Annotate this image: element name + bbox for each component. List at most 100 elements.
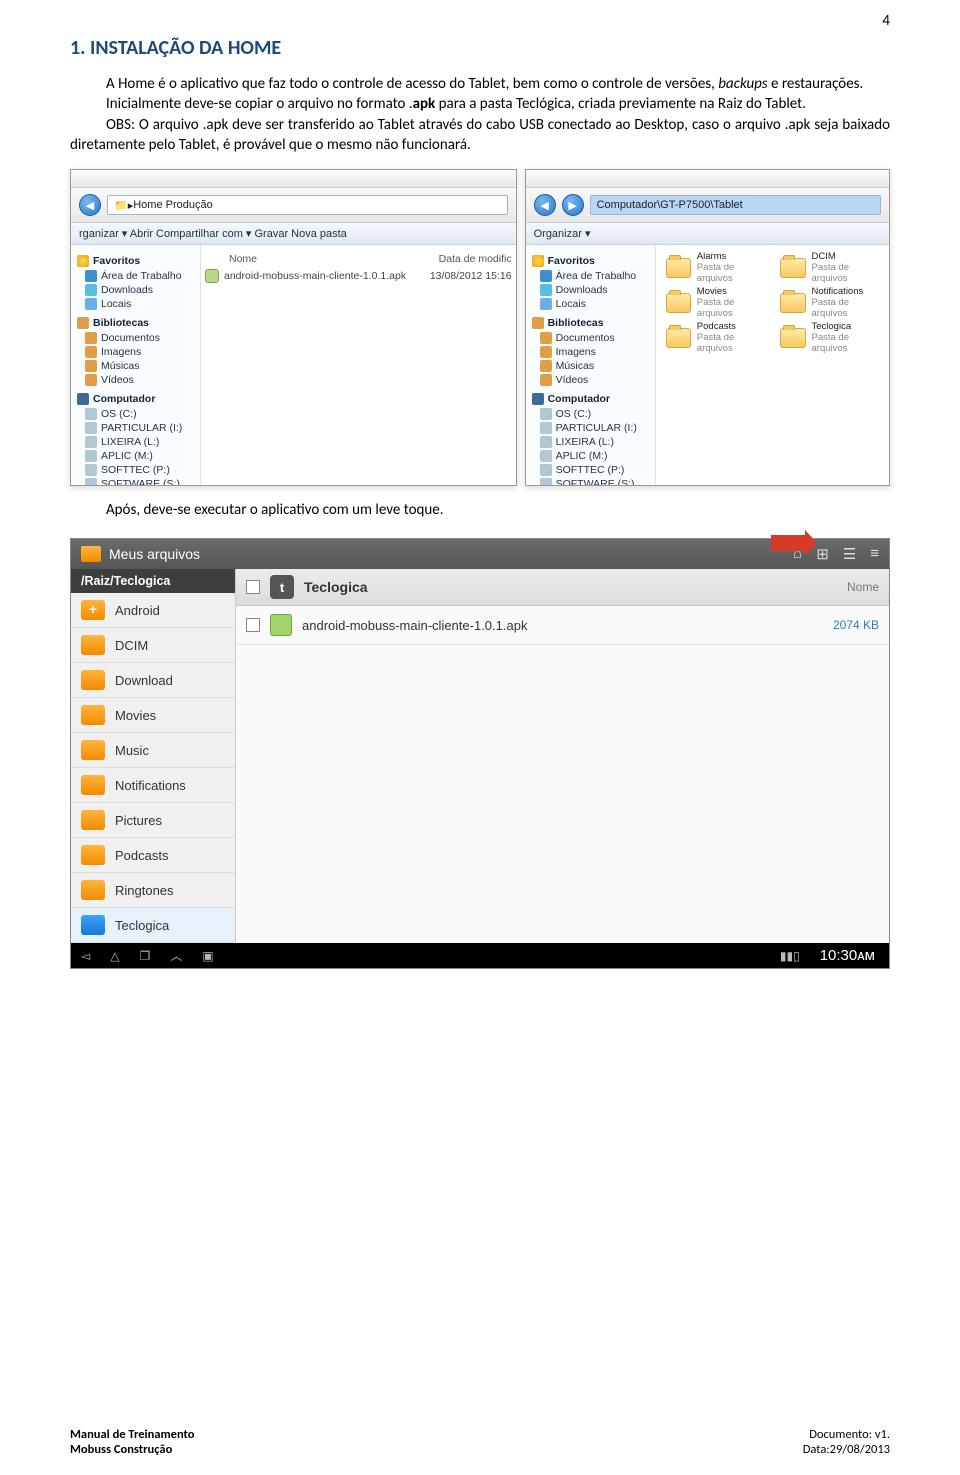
sidebar-folder[interactable]: Podcasts: [71, 838, 235, 873]
sidebar-item[interactable]: Imagens: [101, 346, 141, 358]
sidebar-item[interactable]: SOFTWARE (S:): [556, 478, 635, 485]
sidebar-item[interactable]: Documentos: [101, 332, 160, 344]
menu-icon[interactable]: ≡: [870, 545, 879, 563]
folder-label: Notifications: [115, 778, 186, 793]
library-icon: [532, 317, 544, 329]
sidebar-item[interactable]: LIXEIRA (L:): [556, 436, 614, 448]
file-row[interactable]: android-mobuss-main-cliente-1.0.1.apk 13…: [205, 267, 512, 285]
new-folder-icon[interactable]: ⊞: [816, 545, 829, 563]
explorer-toolbar[interactable]: Organizar ▾: [526, 223, 889, 245]
android-path: /Raiz/Teclogica: [71, 569, 235, 593]
drive-icon: [540, 478, 552, 485]
android-content: t Teclogica Nome android-mobuss-main-cli…: [236, 569, 889, 943]
computer-icon: [77, 393, 89, 405]
android-screenshot: Meus arquivos ⌂ ⊞ ☰ ≡ /Raiz/Teclogica An…: [70, 538, 890, 969]
sidebar-libraries[interactable]: Bibliotecas: [93, 317, 149, 329]
sidebar-item[interactable]: PARTICULAR (I:): [101, 422, 182, 434]
sidebar-item[interactable]: PARTICULAR (I:): [556, 422, 637, 434]
sidebar-item[interactable]: LIXEIRA (L:): [101, 436, 159, 448]
sidebar-folder[interactable]: Android: [71, 593, 235, 628]
sidebar-favorites[interactable]: Favoritos: [93, 255, 140, 267]
row-checkbox[interactable]: [246, 618, 260, 632]
sidebar-folder[interactable]: Pictures: [71, 803, 235, 838]
sidebar-folder[interactable]: Music: [71, 733, 235, 768]
home-nav-icon[interactable]: △: [110, 949, 119, 963]
column-date[interactable]: Data de modific: [439, 253, 512, 265]
sidebar-item[interactable]: OS (C:): [101, 408, 137, 420]
sidebar-item[interactable]: Imagens: [556, 346, 596, 358]
drive-icon: [85, 436, 97, 448]
sidebar-libraries[interactable]: Bibliotecas: [548, 317, 604, 329]
sidebar-folder[interactable]: DCIM: [71, 628, 235, 663]
sidebar-folder[interactable]: Notifications: [71, 768, 235, 803]
folder-label: Movies: [115, 708, 156, 723]
sidebar-item[interactable]: Músicas: [556, 360, 595, 372]
app-folder-icon: [81, 546, 101, 562]
folder-item[interactable]: MoviesPasta de arquivos: [666, 286, 771, 319]
sidebar-item[interactable]: Downloads: [101, 284, 153, 296]
folder-icon: [81, 775, 105, 795]
drive-icon: [85, 464, 97, 476]
sidebar-item[interactable]: Área de Trabalho: [556, 270, 637, 282]
folder-icon: [81, 670, 105, 690]
folder-item[interactable]: NotificationsPasta de arquivos: [780, 286, 885, 319]
file-row[interactable]: android-mobuss-main-cliente-1.0.1.apk 20…: [236, 606, 889, 645]
drive-icon: [85, 450, 97, 462]
sidebar-item[interactable]: Músicas: [101, 360, 140, 372]
folder-label: Ringtones: [115, 883, 174, 898]
sidebar-computer[interactable]: Computador: [93, 393, 155, 405]
sidebar-item[interactable]: Downloads: [556, 284, 608, 296]
desktop-icon: [85, 270, 97, 282]
folder-icon: [81, 705, 105, 725]
recents-nav-icon[interactable]: ❐: [139, 949, 150, 963]
folder-name: Teclogica: [812, 321, 886, 332]
sidebar-folder[interactable]: Movies: [71, 698, 235, 733]
nav-back-button[interactable]: ◀: [79, 194, 101, 216]
sidebar-item[interactable]: SOFTWARE (S:): [101, 478, 180, 485]
p1-text-c: e restaurações.: [768, 75, 864, 93]
apk-icon: [205, 269, 219, 283]
sidebar-folder[interactable]: Download: [71, 663, 235, 698]
sidebar-item[interactable]: SOFTTEC (P:): [556, 464, 625, 476]
explorer-window-right: ◀ ▶ Computador\GT-P7500\Tablet Organizar…: [525, 169, 890, 486]
footer-date: Data:29/08/2013: [803, 1442, 890, 1457]
window-titlebar: [71, 170, 516, 188]
sidebar-item[interactable]: Locais: [101, 298, 131, 310]
breadcrumb[interactable]: Computador\GT-P7500\Tablet: [590, 195, 881, 215]
places-icon: [540, 298, 552, 310]
sidebar-item[interactable]: Vídeos: [556, 374, 589, 386]
sidebar-item[interactable]: Área de Trabalho: [101, 270, 182, 282]
sidebar-item[interactable]: APLIC (M:): [101, 450, 153, 462]
folder-item[interactable]: TeclogicaPasta de arquivos: [780, 321, 885, 354]
select-all-checkbox[interactable]: [246, 580, 260, 594]
folder-item[interactable]: DCIMPasta de arquivos: [780, 251, 885, 284]
nav-back-button[interactable]: ◀: [534, 194, 556, 216]
sidebar-favorites[interactable]: Favoritos: [548, 255, 595, 267]
sidebar-folder-active[interactable]: Teclogica: [71, 908, 235, 943]
sidebar-item[interactable]: Documentos: [556, 332, 615, 344]
drive-icon: [540, 450, 552, 462]
sidebar-computer[interactable]: Computador: [548, 393, 610, 405]
list-view-icon[interactable]: ☰: [843, 545, 856, 563]
folder-icon: [540, 346, 552, 358]
folder-type: Pasta de arquivos: [697, 262, 771, 284]
screenshot-nav-icon[interactable]: ▣: [202, 949, 213, 963]
nav-forward-button[interactable]: ▶: [562, 194, 584, 216]
breadcrumb-text: Computador\GT-P7500\Tablet: [597, 199, 743, 211]
sidebar-item[interactable]: SOFTTEC (P:): [101, 464, 170, 476]
up-folder-button[interactable]: t: [270, 575, 294, 599]
back-nav-icon[interactable]: ◅: [81, 949, 90, 963]
sidebar-item[interactable]: APLIC (M:): [556, 450, 608, 462]
sidebar-item[interactable]: OS (C:): [556, 408, 592, 420]
sidebar-item[interactable]: Vídeos: [101, 374, 134, 386]
expand-nav-icon[interactable]: ︿: [170, 947, 182, 964]
folder-item[interactable]: AlarmsPasta de arquivos: [666, 251, 771, 284]
folder-item[interactable]: PodcastsPasta de arquivos: [666, 321, 771, 354]
sort-label[interactable]: Nome: [847, 580, 879, 594]
sidebar-folder[interactable]: Ringtones: [71, 873, 235, 908]
column-name[interactable]: Nome: [205, 253, 439, 265]
explorer-toolbar[interactable]: rganizar ▾ Abrir Compartilhar com ▾ Grav…: [71, 223, 516, 245]
sidebar-item[interactable]: Locais: [556, 298, 586, 310]
folder-label: Android: [115, 603, 160, 618]
breadcrumb[interactable]: 📁▸ Home Produção: [107, 195, 508, 215]
